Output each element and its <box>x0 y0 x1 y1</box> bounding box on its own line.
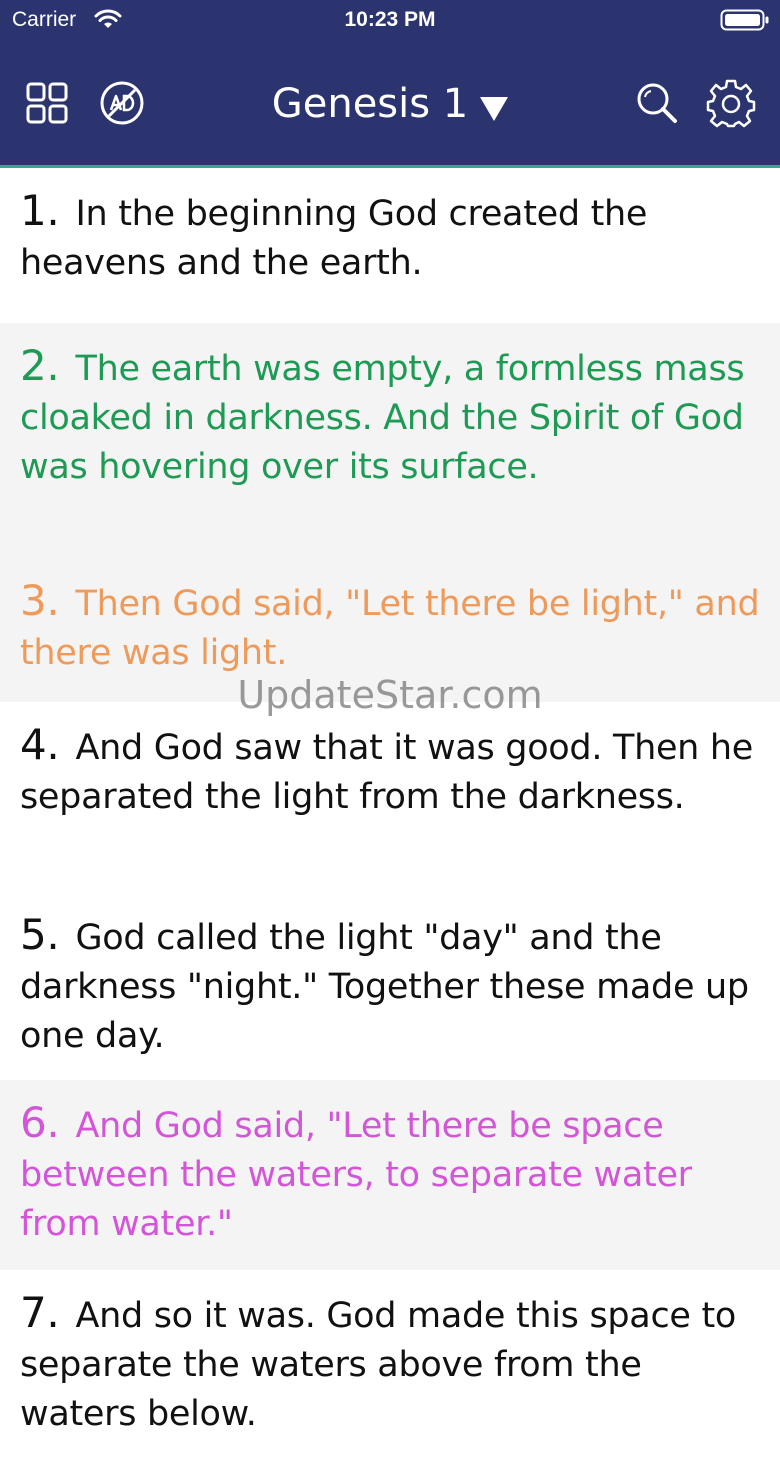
verse-row[interactable]: 4. And God saw that it was good. Then he … <box>0 702 780 892</box>
chapter-title: Genesis 1 <box>271 81 469 127</box>
verse-number: 7. <box>20 1288 60 1337</box>
verse-number: 1. <box>20 186 60 235</box>
battery-icon <box>720 9 769 31</box>
verse-number: 5. <box>20 910 60 959</box>
verse-row[interactable]: 3. Then God said, "Let there be light," a… <box>0 558 780 702</box>
verse-text: And so it was. God made this space to se… <box>20 1296 736 1434</box>
verse-number: 2. <box>20 341 60 390</box>
search-icon[interactable] <box>632 78 682 128</box>
verse-text: The earth was empty, a formless mass clo… <box>20 349 745 487</box>
status-time: 10:23 PM <box>344 8 436 31</box>
verse-row[interactable]: 7. And so it was. God made this space to … <box>0 1270 780 1470</box>
verse-row[interactable]: 2. The earth was empty, a formless mass c… <box>0 323 780 558</box>
grid-icon[interactable] <box>22 78 72 128</box>
verse-row[interactable]: 1. In the beginning God created the heave… <box>0 168 780 323</box>
verse-text: And God said, "Let there be space betwee… <box>20 1106 692 1244</box>
verse-text: And God saw that it was good. Then he se… <box>20 728 754 817</box>
verse-text: Then God said, "Let there be light," and… <box>20 584 760 673</box>
verse-number: 6. <box>20 1098 60 1147</box>
verse-row[interactable]: 6. And God said, "Let there be space betw… <box>0 1080 780 1270</box>
verse-row[interactable]: 5. God called the light "day" and the dar… <box>0 892 780 1080</box>
chapter-selector[interactable]: Genesis 1 <box>240 74 540 134</box>
verse-number: 3. <box>20 576 60 625</box>
nav-bar: Carrier 10:23 PM Genesis 1 <box>0 0 780 168</box>
verse-text: God called the light "day" and the darkn… <box>20 918 749 1056</box>
gear-icon[interactable] <box>706 78 756 128</box>
verse-number: 4. <box>20 720 60 769</box>
verse-list: 1. In the beginning God created the heave… <box>0 168 780 1470</box>
caret-down-icon <box>480 97 509 121</box>
verse-text: In the beginning God created the heavens… <box>20 194 648 283</box>
status-bar: Carrier 10:23 PM <box>0 0 780 40</box>
no-ads-icon[interactable] <box>97 78 147 128</box>
